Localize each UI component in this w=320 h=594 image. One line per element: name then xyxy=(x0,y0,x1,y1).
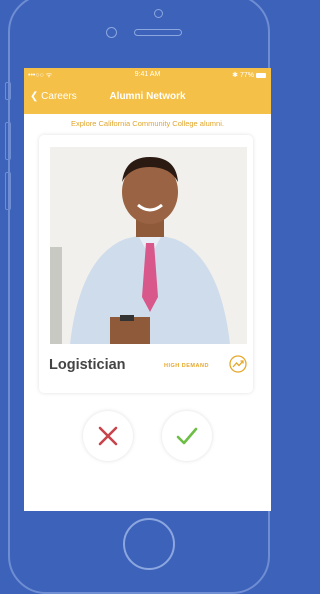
speaker-dot xyxy=(154,9,163,18)
page-title: Alumni Network xyxy=(109,91,186,102)
mute-switch xyxy=(5,82,11,100)
job-title: Logistician xyxy=(49,357,126,373)
alumni-photo xyxy=(50,147,247,344)
status-bar: •••○○ ᯤ 9:41 AM ✱ 77% xyxy=(24,71,271,81)
accept-button[interactable] xyxy=(162,411,212,461)
close-icon xyxy=(98,426,118,446)
career-card[interactable]: Logistician HIGH DEMAND xyxy=(39,135,253,393)
subtitle: Explore California Community College alu… xyxy=(71,119,224,128)
front-camera xyxy=(106,27,117,38)
reject-button[interactable] xyxy=(83,411,133,461)
volume-down-button xyxy=(5,172,11,210)
battery-indicator: ✱ 77% xyxy=(232,71,266,79)
battery-icon xyxy=(256,72,266,78)
earpiece xyxy=(134,29,182,36)
trend-up-icon xyxy=(229,355,247,373)
app-screen: •••○○ ᯤ 9:41 AM ✱ 77% ❮ Careers Alumni N… xyxy=(24,68,271,511)
demand-badge: HIGH DEMAND xyxy=(164,363,209,369)
check-icon xyxy=(176,427,198,445)
volume-up-button xyxy=(5,122,11,160)
nav-bar: •••○○ ᯤ 9:41 AM ✱ 77% ❮ Careers Alumni N… xyxy=(24,68,271,114)
home-button[interactable] xyxy=(123,518,175,570)
